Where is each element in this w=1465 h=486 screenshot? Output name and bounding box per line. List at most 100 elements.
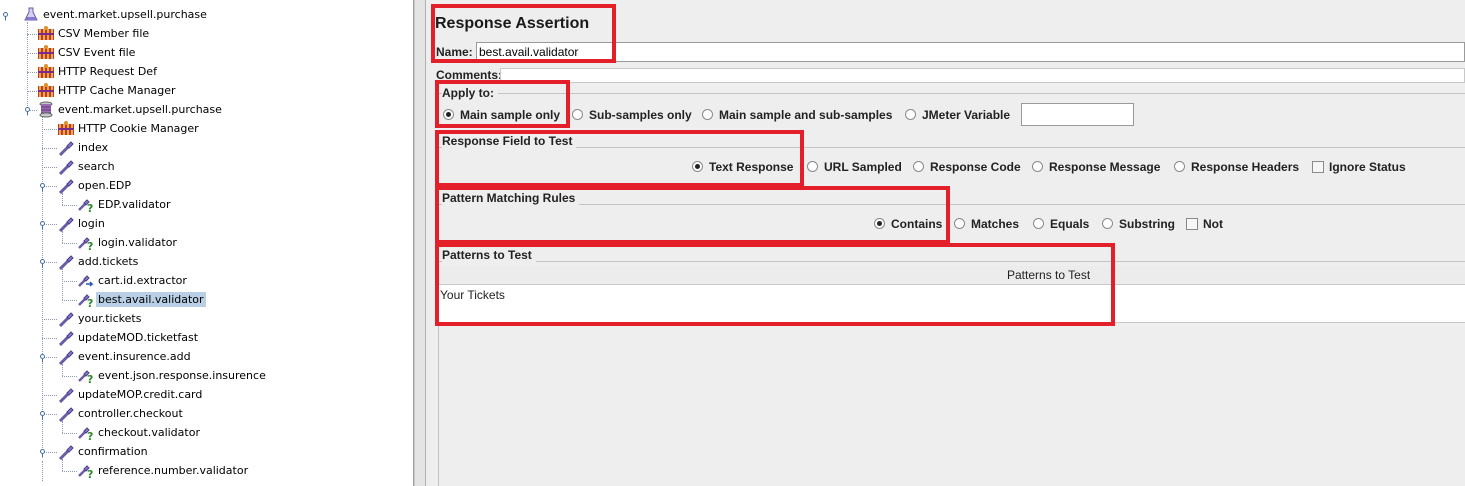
tree-node-label: login bbox=[78, 217, 105, 230]
split-pane-divider[interactable] bbox=[414, 0, 426, 486]
tree-node[interactable]: CSV Member file bbox=[0, 24, 413, 43]
config-element-icon bbox=[37, 25, 55, 42]
patterns-column-header: Patterns to Test bbox=[1007, 268, 1091, 282]
tree-node-label: checkout.validator bbox=[98, 426, 200, 439]
assertion-icon: ? bbox=[77, 291, 95, 310]
test-plan-flask-icon bbox=[22, 6, 40, 23]
tree-node[interactable]: updateMOD.ticketfast bbox=[0, 328, 413, 347]
radio-indicator bbox=[954, 218, 965, 229]
radio-label: URL Sampled bbox=[824, 160, 902, 174]
radio-label: Text Response bbox=[709, 160, 794, 174]
tree-node[interactable]: ? best.avail.validator bbox=[0, 290, 413, 310]
assertion-icon: ? bbox=[77, 424, 95, 443]
svg-text:?: ? bbox=[87, 468, 93, 479]
checkbox-label: Ignore Status bbox=[1329, 160, 1406, 174]
apply-to-group bbox=[438, 93, 1465, 94]
patterns-table-container: Patterns to Test Your Tickets bbox=[438, 266, 1465, 486]
radio-indicator bbox=[1174, 161, 1185, 172]
radio-indicator bbox=[913, 161, 924, 172]
svg-text:?: ? bbox=[87, 202, 93, 213]
pattern-row[interactable]: Your Tickets bbox=[439, 285, 1465, 323]
tree-node[interactable]: add.tickets bbox=[0, 252, 413, 271]
tree-node-label: CSV Member file bbox=[58, 27, 150, 40]
svg-text:?: ? bbox=[87, 297, 93, 308]
tree-node[interactable]: index bbox=[0, 138, 413, 157]
tree-node[interactable]: controller.checkout bbox=[0, 404, 413, 423]
config-element-icon bbox=[37, 82, 55, 99]
patterns-legend: Patterns to Test bbox=[442, 248, 536, 262]
sampler-pipette-icon bbox=[57, 158, 75, 176]
assertion-icon: ? bbox=[77, 196, 95, 215]
name-label: Name: bbox=[436, 45, 473, 59]
sampler-pipette-icon bbox=[57, 329, 75, 347]
radio-indicator bbox=[1102, 218, 1113, 229]
tree-node-label: updateMOP.credit.card bbox=[78, 388, 203, 401]
panel-title: Response Assertion bbox=[435, 15, 590, 32]
tree-node[interactable]: HTTP Cache Manager bbox=[0, 81, 413, 100]
tree-node-label: best.avail.validator bbox=[96, 292, 206, 307]
tree-node[interactable]: HTTP Request Def bbox=[0, 62, 413, 81]
comments-label: Comments: bbox=[436, 68, 503, 82]
tree-node[interactable]: search bbox=[0, 157, 413, 176]
tree-node[interactable]: HTTP Cookie Manager bbox=[0, 119, 413, 138]
radio-indicator-selected bbox=[692, 161, 703, 172]
tree-node[interactable]: cart.id.extractor bbox=[0, 271, 413, 290]
radio-indicator bbox=[807, 161, 818, 172]
tree-node[interactable]: ? checkout.validator bbox=[0, 423, 413, 443]
jmeter-variable-input[interactable] bbox=[1021, 103, 1134, 126]
sampler-pipette-icon bbox=[57, 443, 75, 461]
config-element-icon bbox=[57, 120, 75, 137]
tree-node-label: your.tickets bbox=[78, 312, 142, 325]
tree-node[interactable]: event.market.upsell.purchase bbox=[0, 100, 413, 119]
tree-node-label: event.market.upsell.purchase bbox=[58, 103, 222, 116]
checkbox-indicator bbox=[1312, 161, 1324, 173]
tree-node-label: controller.checkout bbox=[78, 407, 183, 420]
tree-node[interactable]: ? login.validator bbox=[0, 233, 413, 253]
tree-node[interactable]: ? EDP.validator bbox=[0, 195, 413, 215]
tree-node-label: search bbox=[78, 160, 115, 173]
tree-node[interactable]: login bbox=[0, 214, 413, 233]
tree-node-label: EDP.validator bbox=[98, 198, 171, 211]
tree-node[interactable]: confirmation bbox=[0, 442, 413, 461]
tree-node-label: login.validator bbox=[98, 236, 177, 249]
radio-indicator-selected bbox=[874, 218, 885, 229]
radio-indicator bbox=[1033, 218, 1044, 229]
tree-node[interactable]: your.tickets bbox=[0, 309, 413, 328]
radio-label: Response Message bbox=[1049, 160, 1161, 174]
sampler-pipette-icon bbox=[57, 405, 75, 423]
tree-node[interactable]: ? reference.number.validator bbox=[0, 461, 413, 481]
tree-node[interactable]: event.market.upsell.purchase bbox=[0, 5, 413, 24]
radio-indicator-selected bbox=[443, 109, 454, 120]
tree-node[interactable]: open.EDP bbox=[0, 176, 413, 195]
tree-node-label: event.insurence.add bbox=[78, 350, 191, 363]
svg-text:?: ? bbox=[87, 373, 93, 384]
tree-node-label: confirmation bbox=[78, 445, 148, 458]
name-field[interactable]: best.avail.validator bbox=[476, 42, 1465, 62]
radio-label: JMeter Variable bbox=[922, 108, 1011, 122]
test-plan-tree[interactable]: event.market.upsell.purchase CSV Member f… bbox=[0, 0, 414, 486]
response-field-group bbox=[438, 147, 1465, 148]
tree-node[interactable]: ? event.json.response.insurence bbox=[0, 366, 413, 386]
sampler-pipette-icon bbox=[57, 139, 75, 157]
tree-node[interactable]: CSV Event file bbox=[0, 43, 413, 62]
response-assertion-panel: Response Assertion Name: best.avail.vali… bbox=[426, 0, 1465, 486]
tree-node[interactable]: event.insurence.add bbox=[0, 347, 413, 366]
tree-node-label: cart.id.extractor bbox=[98, 274, 187, 287]
tree-node-label: updateMOD.ticketfast bbox=[78, 331, 199, 344]
radio-label: Matches bbox=[971, 217, 1020, 231]
comments-field[interactable] bbox=[500, 68, 1465, 83]
name-field-value: best.avail.validator bbox=[479, 45, 579, 59]
assertion-icon: ? bbox=[77, 367, 95, 386]
radio-indicator bbox=[1032, 161, 1043, 172]
radio-label: Sub-samples only bbox=[589, 108, 692, 122]
config-element-icon bbox=[37, 63, 55, 80]
apply-to-legend: Apply to: bbox=[442, 86, 498, 100]
sampler-pipette-icon bbox=[57, 386, 75, 404]
tree-node-label: event.json.response.insurence bbox=[98, 369, 266, 382]
extractor-icon bbox=[77, 272, 95, 289]
thread-group-spool-icon bbox=[37, 101, 55, 118]
radio-indicator bbox=[702, 109, 713, 120]
checkbox-label: Not bbox=[1203, 217, 1223, 231]
tree-node[interactable]: updateMOP.credit.card bbox=[0, 385, 413, 404]
assertion-icon: ? bbox=[77, 462, 95, 481]
